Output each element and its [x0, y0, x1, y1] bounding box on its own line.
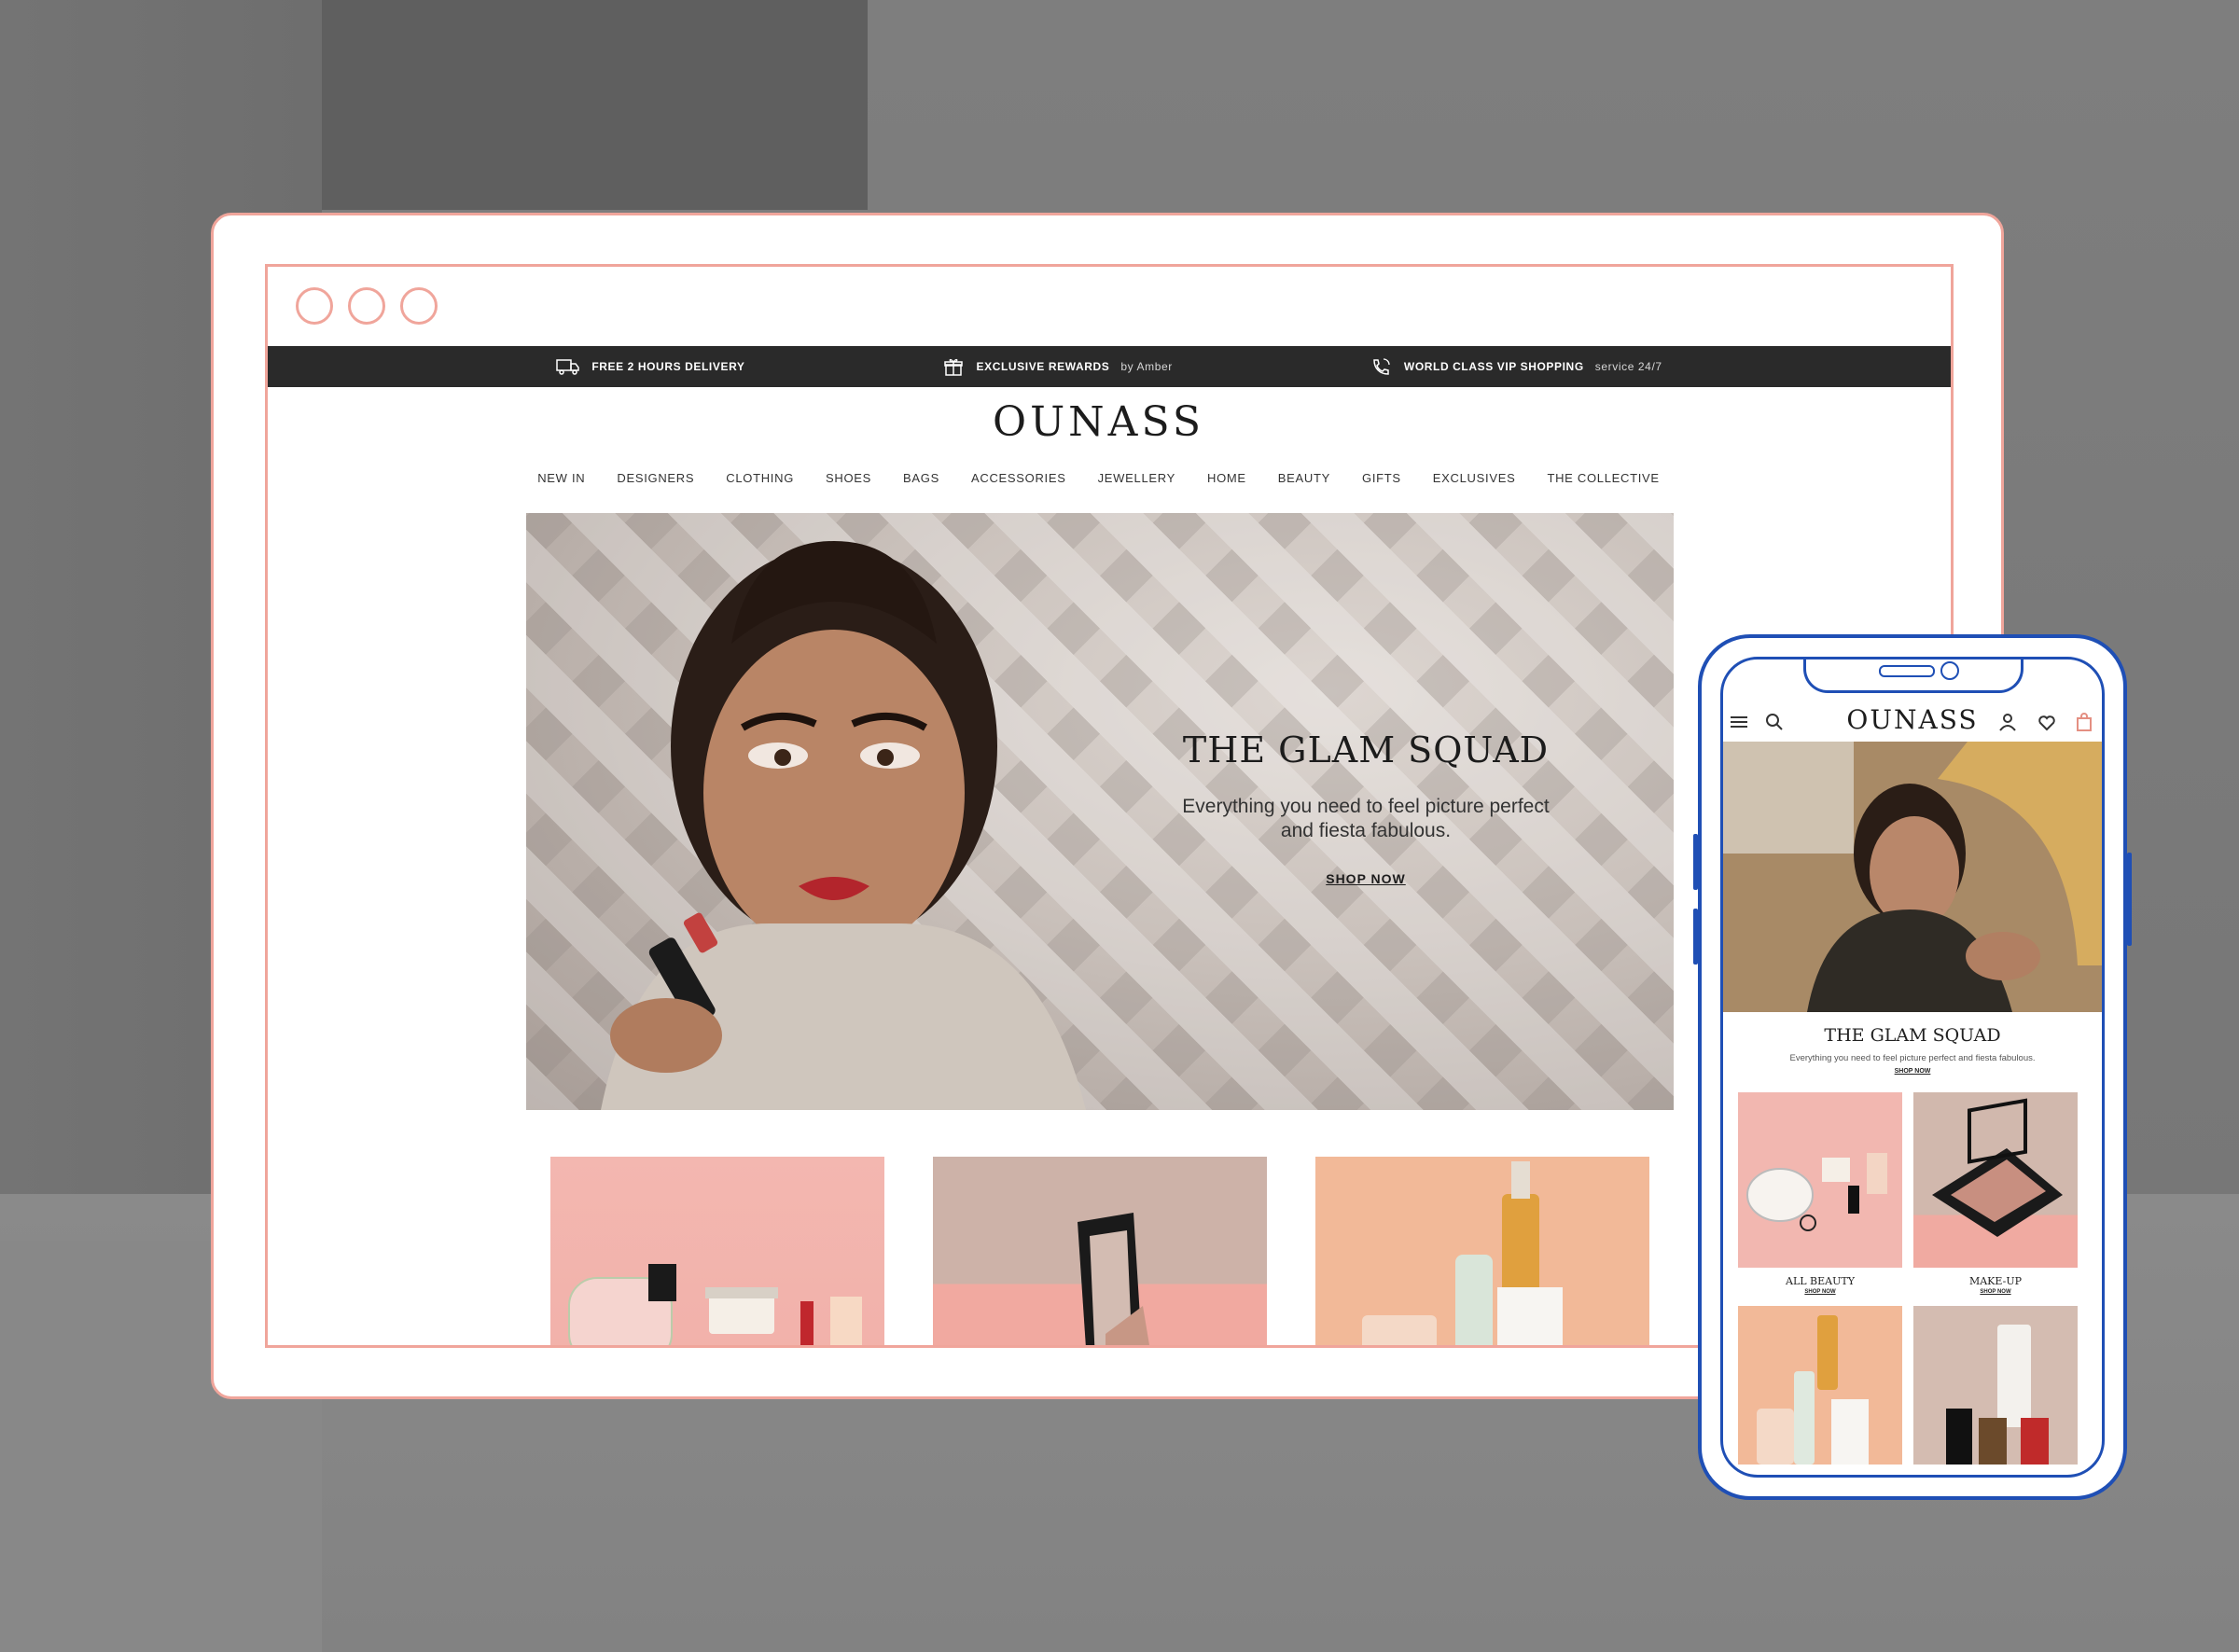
skincare-products-image — [1362, 1161, 1563, 1345]
window-controls — [296, 278, 438, 334]
category-card-all-beauty[interactable] — [550, 1157, 884, 1345]
mobile-tile-make-up[interactable]: MAKE-UP SHOP NOW — [1913, 1092, 2078, 1295]
mobile-tile-shop-now[interactable]: SHOP NOW — [1913, 1289, 2078, 1295]
nav-item-bags[interactable]: BAGS — [903, 471, 939, 485]
window-control-dot[interactable] — [348, 287, 385, 325]
mobile-category-grid: ALL BEAUTY SHOP NOW MAKE-UP SHOP NOW — [1738, 1092, 2093, 1465]
hero-banner[interactable]: THE GLAM SQUAD Everything you need to fe… — [526, 513, 1674, 1110]
gift-icon — [943, 358, 963, 376]
hero-model-image — [601, 541, 1086, 1110]
mobile-hero-description: Everything you need to feel picture perf… — [1789, 1053, 2036, 1063]
hero-copy: THE GLAM SQUAD Everything you need to fe… — [1179, 729, 1552, 888]
phone-side-button — [1693, 834, 1698, 890]
mobile-tile-image — [1913, 1092, 2078, 1268]
phone-frame: OUNASS THE GLAM SQUAD Everything you nee… — [1693, 634, 2132, 1500]
promo-vip-sub: service 24/7 — [1594, 360, 1662, 373]
makeup-palette-image — [1078, 1213, 1149, 1345]
promo-delivery[interactable]: FREE 2 HOURS DELIVERY — [556, 357, 744, 376]
mobile-tile-skincare[interactable] — [1738, 1306, 1902, 1465]
mobile-hero-shop-now-link[interactable]: SHOP NOW — [1723, 1068, 2102, 1075]
nav-item-designers[interactable]: DESIGNERS — [617, 471, 694, 485]
wishlist-heart-icon[interactable] — [2037, 712, 2057, 732]
mobile-hero-model-image — [1723, 742, 2102, 1012]
promo-vip-label: WORLD CLASS VIP SHOPPING — [1403, 360, 1584, 373]
nav-item-shoes[interactable]: SHOES — [826, 471, 871, 485]
category-cards — [550, 1157, 1651, 1345]
account-icon[interactable] — [1997, 712, 2018, 732]
promo-vip[interactable]: WORLD CLASS VIP SHOPPING service 24/7 — [1369, 357, 1662, 376]
mobile-tile-label: MAKE-UP — [1968, 1275, 2023, 1287]
nav-item-gifts[interactable]: GIFTS — [1362, 471, 1401, 485]
category-card-skincare[interactable] — [1315, 1157, 1649, 1345]
mobile-tile-label: ALL BEAUTY — [1786, 1275, 1855, 1287]
promo-rewards[interactable]: EXCLUSIVE REWARDS by Amber — [941, 357, 1173, 376]
hero-description: Everything you need to feel picture perf… — [1182, 796, 1550, 841]
window-control-dot[interactable] — [296, 287, 333, 325]
hero-title: THE GLAM SQUAD — [1182, 729, 1550, 770]
nav-item-clothing[interactable]: CLOTHING — [726, 471, 794, 485]
mobile-hero-title: THE GLAM SQUAD — [1824, 1025, 2001, 1046]
category-card-make-up[interactable] — [933, 1157, 1267, 1345]
site-logo[interactable]: OUNASS — [522, 398, 1675, 446]
skincare-products-image — [1757, 1315, 1869, 1465]
nav-item-new-in[interactable]: NEW IN — [537, 471, 585, 485]
nav-item-the-collective[interactable]: THE COLLECTIVE — [1547, 471, 1659, 485]
phone-notch — [1803, 659, 2023, 693]
promo-delivery-label: FREE 2 HOURS DELIVERY — [591, 360, 745, 373]
phone-camera — [1940, 661, 1959, 680]
promo-rewards-label: EXCLUSIVE REWARDS — [976, 360, 1110, 373]
makeup-palette-image — [1932, 1098, 2063, 1237]
phone-speaker — [1879, 665, 1935, 677]
hero-shop-now-link[interactable]: SHOP NOW — [1326, 871, 1406, 886]
main-nav: NEW IN DESIGNERS CLOTHING SHOES BAGS ACC… — [522, 471, 1675, 485]
beauty-products-image — [1746, 1153, 1887, 1231]
beauty-products-image — [568, 1264, 862, 1345]
nav-item-beauty[interactable]: BEAUTY — [1278, 471, 1330, 485]
fragrance-products-image — [1946, 1325, 2049, 1465]
truck-icon — [556, 359, 580, 375]
phone-side-button — [1693, 909, 1698, 965]
shopping-bag-icon[interactable] — [2074, 712, 2094, 732]
window-control-dot[interactable] — [400, 287, 438, 325]
mobile-header: OUNASS — [1723, 699, 2102, 742]
mobile-tile-image — [1738, 1092, 1902, 1268]
promo-rewards-sub: by Amber — [1120, 360, 1173, 373]
mobile-tile-all-beauty[interactable]: ALL BEAUTY SHOP NOW — [1738, 1092, 1902, 1295]
nav-item-jewellery[interactable]: JEWELLERY — [1098, 471, 1175, 485]
background-panel — [322, 0, 868, 210]
nav-item-home[interactable]: HOME — [1207, 471, 1246, 485]
nav-item-exclusives[interactable]: EXCLUSIVES — [1433, 471, 1516, 485]
nav-item-accessories[interactable]: ACCESSORIES — [971, 471, 1066, 485]
phone-screen: OUNASS THE GLAM SQUAD Everything you nee… — [1720, 657, 2105, 1478]
mobile-tile-shop-now[interactable]: SHOP NOW — [1738, 1289, 1902, 1295]
phone-call-icon — [1373, 358, 1390, 375]
phone-side-button — [2127, 853, 2132, 946]
site-content: OUNASS NEW IN DESIGNERS CLOTHING SHOES B… — [522, 387, 1675, 1345]
mobile-tile-fragrance[interactable] — [1913, 1306, 2078, 1465]
mobile-hero-image[interactable] — [1723, 742, 2102, 1012]
promo-bar: FREE 2 HOURS DELIVERY EXCLUSIVE REWARDS … — [268, 346, 1951, 387]
